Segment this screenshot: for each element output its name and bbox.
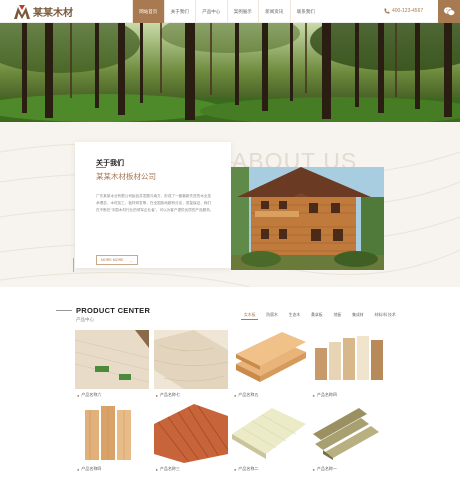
more-button[interactable]: MORE MORE → [96,255,138,265]
about-section: ABOUT US 关于我们 某某木材板材公司 广东某某木业有限公司始创并发展与南… [0,122,460,287]
product-image [153,404,228,463]
more-label: MORE MORE [101,258,124,262]
product-card[interactable]: ● 产品名称三 [153,404,228,475]
product-card[interactable]: ● 产品名称二 [232,404,306,475]
product-name: 产品名称六 [81,392,102,397]
bullet-icon: ● [234,466,237,472]
page: 某某木材 网站首页 关于我们 产品中心 案例展示 新闻资讯 联系我们 400-1… [0,0,460,488]
product-image [232,330,306,389]
tab-0[interactable]: 实木板 [241,312,259,320]
product-label: ● 产品名称四 [75,463,149,475]
bullet-icon: ● [77,392,80,398]
product-name: 产品名称三 [159,466,180,471]
product-label: ● 产品名称七 [154,389,228,401]
product-section: PRODUCT CENTER 产品中心 实木板 防腐木 生态木 桑拿板 地板 集… [0,287,460,488]
product-label: ● 产品名称六 [75,389,149,401]
product-name: 产品名称五 [238,392,259,397]
bullet-icon: ● [155,466,158,472]
tab-3[interactable]: 桑拿板 [308,312,325,320]
product-card[interactable]: ● 产品名称五 [232,330,306,401]
product-label: ● 产品名称四 [311,389,385,401]
phone-icon [384,8,390,14]
arrow-right-icon: → [129,258,133,263]
hero-banner-forest [0,23,460,122]
phone-number: 400-123-4567 [384,8,423,14]
site-header: 某某木材 网站首页 关于我们 产品中心 案例展示 新闻资讯 联系我们 400-1… [0,0,460,23]
company-name: 某某木材板材公司 [96,172,156,181]
about-card: 关于我们 某某木材板材公司 广东某某木业有限公司始创并发展与南方，形成了一套最新… [75,142,231,268]
about-house-image [231,167,384,270]
product-label: ● 产品名称一 [311,463,385,475]
tab-1[interactable]: 防腐木 [263,312,280,320]
bullet-icon: ● [155,392,158,398]
bullet-icon: ● [234,392,237,398]
product-image [75,330,149,389]
product-name: 产品名称七 [159,392,180,397]
product-card[interactable]: ● 产品名称七 [153,330,228,401]
product-label: ● 产品名称二 [232,463,306,475]
product-name: 产品名称四 [316,392,337,397]
product-card[interactable]: ● 产品名称一 [310,404,385,475]
nav-item-news[interactable]: 新闻资讯 [258,0,290,23]
tab-4[interactable]: 地板 [331,312,345,320]
about-paragraph: 广东某某木业有限公司始创并发展与南方，形成了一套最新先进的木业技术理念，木材加工… [96,194,214,212]
product-subtitle: 产品中心 [76,317,94,322]
product-image [310,330,385,389]
wechat-icon [443,3,455,21]
product-tabs: 实木板 防腐木 生态木 桑拿板 地板 集成材 材料 科 技术 [241,312,404,320]
chevron-right-icon[interactable]: › [382,312,384,318]
logo[interactable]: 某某木材 [14,4,73,19]
nav-item-about[interactable]: 关于我们 [163,0,196,23]
tab-5[interactable]: 集成材 [349,312,366,320]
product-image [310,404,385,463]
phone-text: 400-123-4567 [392,8,424,14]
wechat-button[interactable] [438,0,460,23]
bullet-icon: ● [312,392,315,398]
title-line [56,310,72,311]
decor-line [73,258,74,272]
nav-item-home[interactable]: 网站首页 [132,0,164,23]
bullet-icon: ● [77,466,80,472]
logo-text: 某某木材 [33,8,73,19]
product-image [153,330,228,389]
product-title: PRODUCT CENTER [76,306,151,315]
product-card[interactable]: ● 产品名称四 [75,404,149,475]
nav-item-contact[interactable]: 联系我们 [289,0,322,23]
main-nav: 网站首页 关于我们 产品中心 案例展示 新闻资讯 联系我们 [132,0,321,23]
product-image [232,404,306,463]
product-name: 产品名称一 [316,466,337,471]
product-label: ● 产品名称五 [232,389,306,401]
product-name: 产品名称二 [238,466,259,471]
title-underline [96,167,106,168]
logo-icon [14,4,30,19]
product-card[interactable]: ● 产品名称四 [310,330,385,401]
nav-item-cases[interactable]: 案例展示 [226,0,259,23]
bullet-icon: ● [312,466,315,472]
tab-2[interactable]: 生态木 [286,312,303,320]
product-label: ● 产品名称三 [154,463,228,475]
nav-item-products[interactable]: 产品中心 [195,0,227,23]
tab-6[interactable]: 材料 科 技术 [372,312,399,320]
product-name: 产品名称四 [81,466,102,471]
product-image [75,404,149,463]
product-card[interactable]: ● 产品名称六 [75,330,149,401]
